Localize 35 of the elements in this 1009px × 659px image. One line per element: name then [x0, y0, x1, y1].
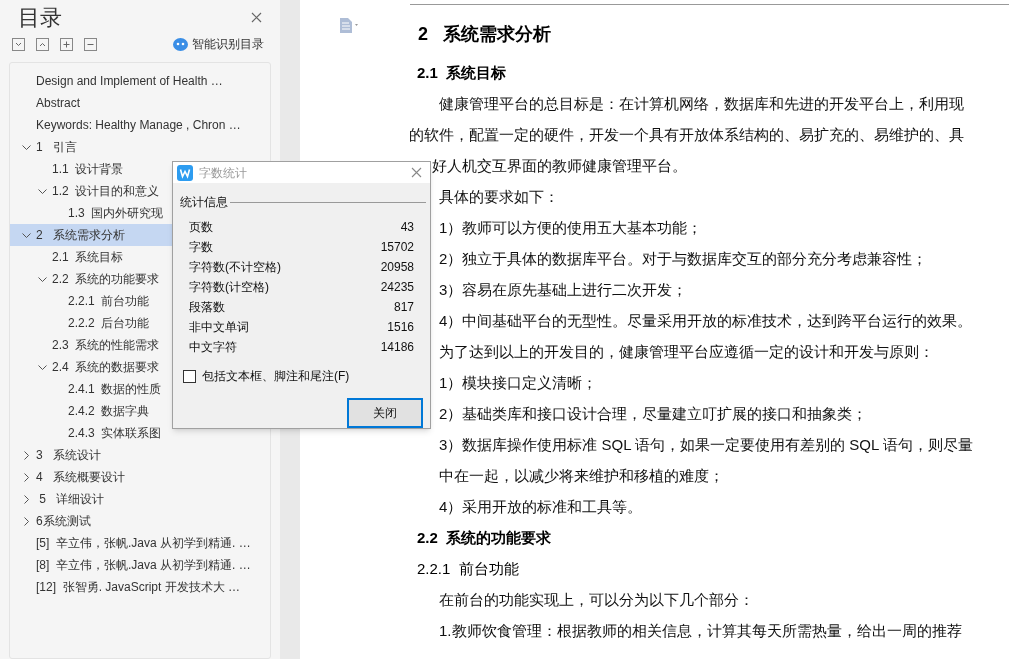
- dialog-title: 字数统计: [199, 164, 247, 182]
- stat-label: 段落数: [189, 299, 225, 316]
- body-text: 的软件，配置一定的硬件，开发一个具有开放体系结构的、易扩充的、易维护的、具: [409, 125, 964, 146]
- stat-label: 非中文单词: [189, 319, 249, 336]
- stat-label: 字符数(计空格): [189, 279, 269, 296]
- body-text: 3）数据库操作使用标准 SQL 语句，如果一定要使用有差别的 SQL 语句，则尽量: [439, 435, 973, 456]
- group-label: 统计信息: [180, 194, 228, 211]
- body-text: 为了达到以上的开发目的，健康管理平台应遵循一定的设计和开发与原则：: [439, 342, 934, 363]
- panel-title: 目录: [18, 3, 62, 32]
- stat-value: 43: [400, 219, 414, 236]
- body-text: 1）教师可以方便的使用五大基本功能；: [439, 218, 703, 239]
- body-text: 1）模块接口定义清晰；: [439, 373, 598, 394]
- stat-value: 1516: [387, 319, 414, 336]
- section-heading: 2.1 系统目标: [417, 63, 507, 84]
- body-text: 4）中间基础平台的无型性。尽量采用开放的标准技术，达到跨平台运行的效果。: [439, 311, 973, 332]
- stat-value: 15702: [380, 239, 414, 256]
- body-text: 3）容易在原先基础上进行二次开发；: [439, 280, 688, 301]
- body-text: 4）采用开放的标准和工具等。: [439, 497, 643, 518]
- body-text: 1.教师饮食管理：根据教师的相关信息，计算其每天所需热量，给出一周的推荐: [439, 621, 962, 642]
- body-text: 中在一起，以减少将来维护和移植的难度；: [439, 466, 724, 487]
- section-heading: 2.2 系统的功能要求: [417, 528, 552, 549]
- stat-value: 24235: [380, 279, 414, 296]
- body-text: 具体的要求如下：: [439, 187, 559, 208]
- stat-value: 14186: [380, 339, 414, 356]
- chapter-heading: 2 系统需求分析: [418, 23, 551, 46]
- body-text: 2）独立于具体的数据库平台。对于与数据库交互的部分充分考虑兼容性；: [439, 249, 928, 270]
- subsection-heading: 2.2.1 前台功能: [417, 559, 519, 580]
- stat-value: 817: [393, 299, 414, 316]
- stat-value: 20958: [380, 259, 414, 276]
- stat-label: 中文字符: [189, 339, 237, 356]
- body-text: 好人机交互界面的教师健康管理平台。: [432, 156, 687, 177]
- body-text: 在前台的功能实现上，可以分为以下几个部分：: [439, 590, 754, 611]
- stat-label: 字符数(不计空格): [189, 259, 281, 276]
- body-text: 2）基础类库和接口设计合理，尽量建立叮扩展的接口和抽象类；: [439, 404, 868, 425]
- body-text: 健康管理平台的总目标是：在计算机网络，数据库和先进的开发平台上，利用现: [439, 94, 964, 115]
